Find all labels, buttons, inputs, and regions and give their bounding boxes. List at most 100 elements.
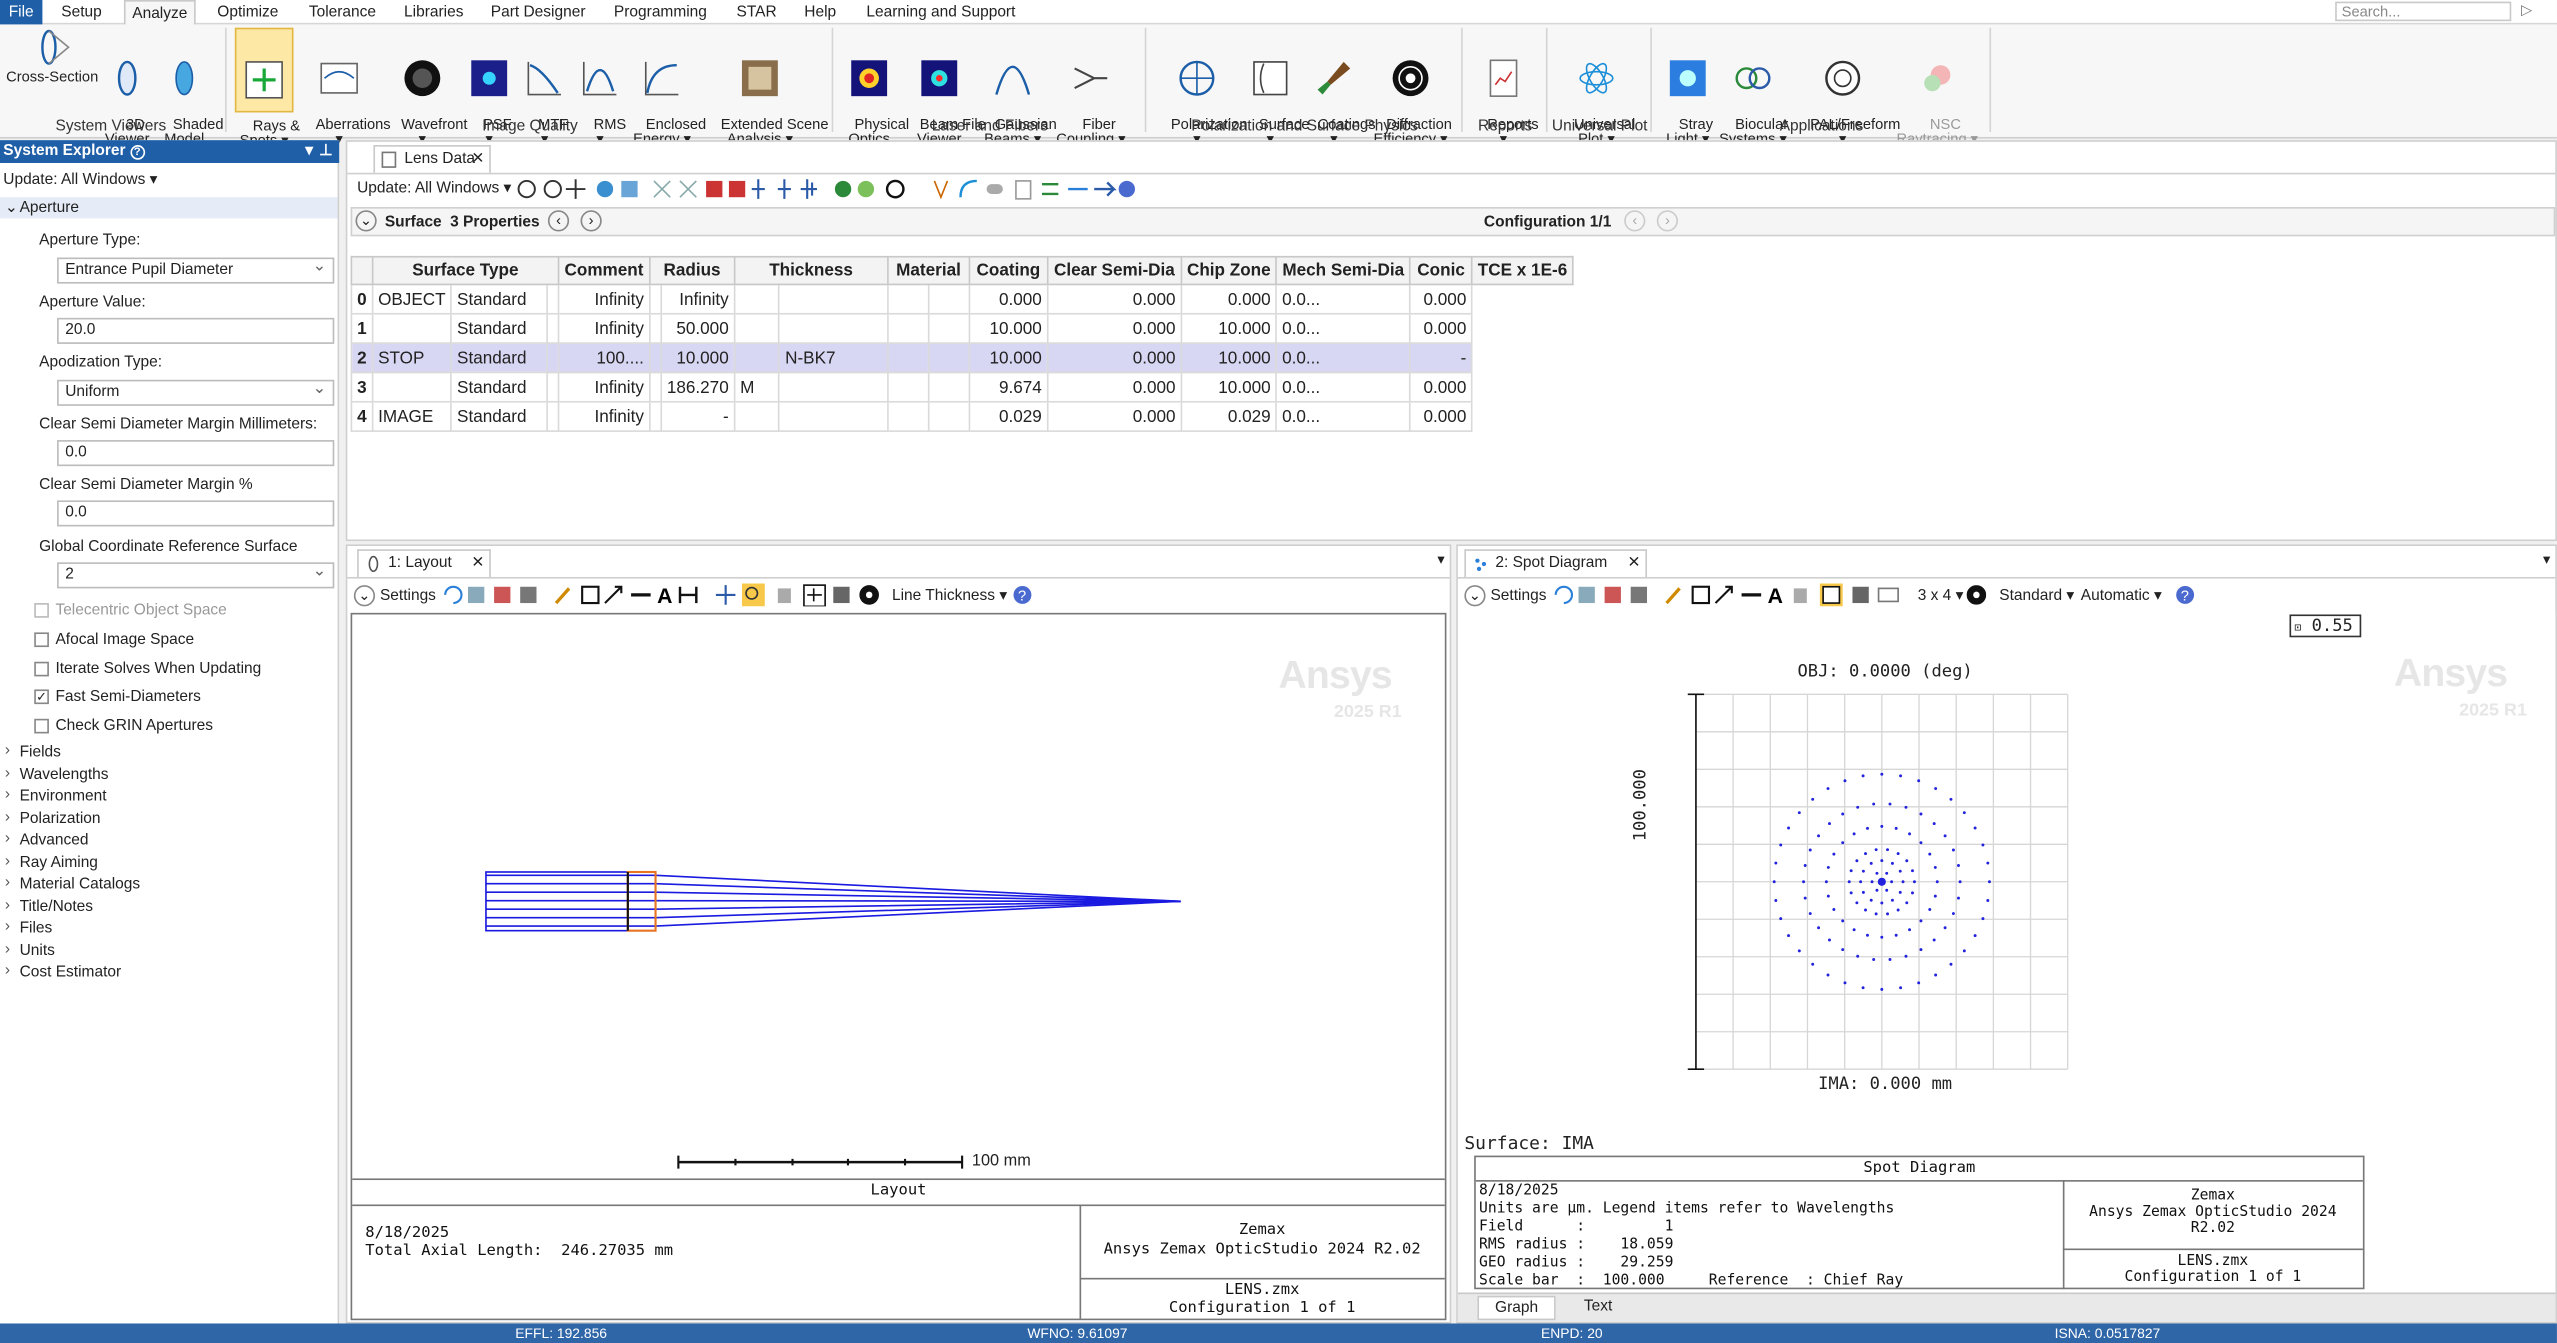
cell-conic[interactable]: 0.0... (1275, 371, 1411, 403)
dropdown-icon[interactable]: ▾ (305, 140, 313, 163)
cell-mech-semi-dia[interactable]: 0.000 (1180, 283, 1278, 315)
tree-files[interactable]: Files (5, 918, 52, 938)
cell-surface-name[interactable] (371, 312, 453, 344)
cell-chip-zone[interactable]: 0.000 (1046, 283, 1183, 315)
col-tce[interactable]: TCE x 1E-6 (1471, 255, 1574, 286)
menu-help[interactable]: Help (796, 0, 845, 24)
window-menu-icon[interactable]: ▾ (1437, 551, 1444, 569)
tree-advanced[interactable]: Advanced (5, 830, 89, 850)
cell-tce[interactable]: - (1409, 342, 1473, 374)
close-icon[interactable]: ✕ (1627, 551, 1640, 577)
spot-settings[interactable]: Settings (1490, 587, 1546, 605)
cell-conic[interactable]: 0.0... (1275, 342, 1411, 374)
layout-canvas[interactable]: Ansys 2025 R1 100 mm Layout 8/18/2025 To… (350, 612, 1447, 1321)
tree-cost-estimator[interactable]: Cost Estimator (5, 962, 121, 982)
layout-toolbar-icons[interactable]: A (442, 583, 886, 607)
cell-comment[interactable] (546, 312, 560, 344)
cell-mech-semi-dia[interactable]: 10.000 (1180, 342, 1278, 374)
col-conic[interactable]: Conic (1409, 255, 1473, 286)
close-icon[interactable]: ✕ (471, 147, 484, 173)
cell-material[interactable] (778, 312, 889, 344)
automatic-dropdown[interactable]: Automatic ▾ (2081, 587, 2162, 605)
cell-material-solve[interactable] (886, 342, 930, 374)
cell-material-solve[interactable] (886, 400, 930, 432)
cell-thickness[interactable]: 50.000 (660, 312, 736, 344)
cell-surface-type[interactable]: Standard (450, 371, 548, 403)
cell-tce[interactable]: 0.000 (1409, 283, 1473, 315)
cell-clear-semi-dia[interactable]: 0.000 (968, 283, 1049, 315)
aperture-type-select[interactable]: Entrance Pupil Diameter (57, 256, 335, 284)
col-radius[interactable]: Radius (648, 255, 736, 286)
tab-spot-diagram[interactable]: 2: Spot Diagram ✕ (1464, 549, 1648, 577)
menu-part-designer[interactable]: Part Designer (486, 0, 590, 24)
update-dropdown[interactable]: Update: All Windows ▾ (3, 171, 157, 189)
cell-thickness-solve[interactable] (733, 400, 781, 432)
cell-coating[interactable] (927, 283, 971, 315)
standard-dropdown[interactable]: Standard ▾ (1999, 587, 2074, 605)
cell-thickness-solve[interactable] (733, 342, 781, 374)
cell-conic[interactable]: 0.0... (1275, 400, 1411, 432)
cell-surface-name[interactable]: OBJECT (371, 283, 453, 315)
cell-radius[interactable]: Infinity (557, 371, 651, 403)
cell-thickness-solve[interactable] (733, 283, 781, 315)
cell-thickness-solve[interactable] (733, 312, 781, 344)
tree-wavelengths[interactable]: Wavelengths (5, 764, 109, 784)
cell-surface-type[interactable]: Standard (450, 342, 548, 374)
cell-coating[interactable] (927, 312, 971, 344)
search-input[interactable]: Search... (2335, 1, 2512, 22)
config-next-icon[interactable]: › (1656, 210, 1678, 232)
cell-conic[interactable]: 0.0... (1275, 312, 1411, 344)
cell-material-solve[interactable] (886, 283, 930, 315)
cell-chip-zone[interactable]: 0.000 (1046, 342, 1183, 374)
play-icon[interactable]: ▷ (2521, 2, 2532, 20)
cell-radius[interactable]: Infinity (557, 283, 651, 315)
col-surface-type[interactable]: Surface Type (371, 255, 560, 286)
margin-pct-input[interactable]: 0.0 (57, 500, 335, 527)
cell-surface-type[interactable]: Standard (450, 312, 548, 344)
cell-thickness[interactable]: - (660, 400, 736, 432)
apodization-select[interactable]: Uniform (57, 378, 335, 406)
close-icon[interactable]: ✕ (471, 551, 484, 577)
tab-layout[interactable]: 1: Layout ✕ (357, 549, 491, 577)
cell-material[interactable] (778, 283, 889, 315)
cell-clear-semi-dia[interactable]: 9.674 (968, 371, 1049, 403)
menu-programming[interactable]: Programming (607, 0, 715, 24)
col-coating[interactable]: Coating (968, 255, 1049, 286)
table-row[interactable]: 3 Standard Infinity 186.270 M 9.674 0.000 10.00… (350, 371, 1573, 403)
cell-surface-name[interactable]: IMAGE (371, 400, 453, 432)
cell-radius-solve[interactable] (648, 283, 662, 315)
aperture-section[interactable]: ⌄ Aperture (0, 197, 338, 219)
cell-surface-name[interactable]: STOP (371, 342, 453, 374)
cell-comment[interactable] (546, 371, 560, 403)
cross-section-button[interactable]: Cross-Section (3, 28, 101, 86)
config-prev-icon[interactable]: ‹ (1624, 210, 1646, 232)
cell-material[interactable] (778, 371, 889, 403)
margin-mm-input[interactable]: 0.0 (57, 440, 335, 467)
lens-update-dropdown[interactable]: Update: All Windows ▾ (357, 179, 511, 197)
cell-coating[interactable] (927, 400, 971, 432)
col-clear-semi-dia[interactable]: Clear Semi-Dia (1046, 255, 1183, 286)
chevron-down-icon[interactable]: ⌄ (1464, 585, 1486, 607)
tab-lens-data[interactable]: Lens Data ✕ (373, 145, 491, 173)
gcrs-select[interactable]: 2 (57, 561, 335, 589)
chevron-down-icon[interactable]: ⌄ (353, 585, 376, 607)
menu-star[interactable]: STAR (731, 0, 783, 24)
table-row[interactable]: 2 STOP Standard 100.... 10.000 N-BK7 10.000 0.0… (350, 342, 1573, 374)
tree-fields[interactable]: Fields (5, 742, 61, 762)
table-row[interactable]: 4 IMAGE Standard Infinity -0.029 0.000 0.029 0.… (350, 400, 1573, 432)
cell-mech-semi-dia[interactable]: 0.029 (1180, 400, 1278, 432)
cell-radius-solve[interactable] (648, 371, 662, 403)
col-mech-semi-dia[interactable]: Mech Semi-Dia (1275, 255, 1411, 286)
cell-thickness-solve[interactable]: M (733, 371, 781, 403)
cell-tce[interactable]: 0.000 (1409, 400, 1473, 432)
col-material[interactable]: Material (886, 255, 971, 286)
grin-checkbox[interactable] (34, 718, 49, 734)
cell-coating[interactable] (927, 342, 971, 374)
grid-size-dropdown[interactable]: 3 x 4 ▾ (1918, 587, 1964, 605)
cell-material[interactable] (778, 400, 889, 432)
cell-radius[interactable]: Infinity (557, 400, 651, 432)
cell-comment[interactable] (546, 283, 560, 315)
pin-icon[interactable]: ⊥ (319, 140, 333, 163)
col-thickness[interactable]: Thickness (733, 255, 889, 286)
line-thickness-dropdown[interactable]: Line Thickness ▾ (892, 587, 1007, 605)
